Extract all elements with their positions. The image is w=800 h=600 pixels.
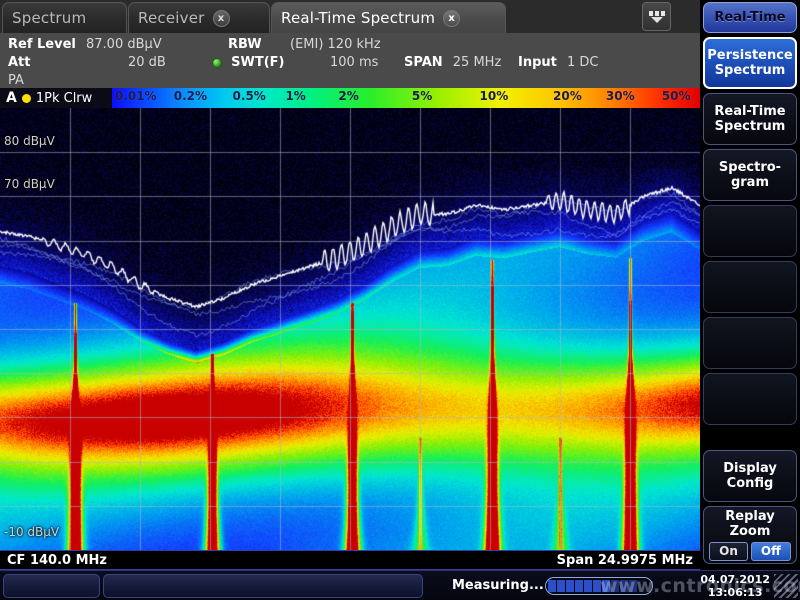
status-bar: Measuring... 04.07.2012 13:06:13	[0, 570, 800, 600]
softkey-label: DisplayConfig	[723, 461, 777, 491]
trace-color-dot-icon	[22, 94, 31, 103]
instrument-screen: Spectrum Receiver x Real-Time Spectrum x…	[0, 0, 800, 600]
measurement-settings-header: Ref Level 87.00 dBµV Att 20 dB PA RBW (E…	[0, 33, 700, 88]
status-bar-slot-1[interactable]	[3, 574, 100, 598]
resize-grip-icon	[774, 574, 798, 598]
replay-zoom-off-option[interactable]: Off	[751, 542, 791, 561]
replay-zoom-toggle: On Off	[709, 542, 791, 561]
span-field[interactable]: SPAN 25 MHz	[404, 54, 501, 72]
softkey-label: PersistenceSpectrum	[707, 48, 793, 78]
softkey-menu: Real-Time PersistenceSpectrum Real-TimeS…	[700, 0, 800, 570]
date-time-display: 04.07.2012 13:06:13	[700, 573, 770, 599]
progress-segment	[629, 580, 637, 592]
softkey-real-time-spectrum[interactable]: Real-TimeSpectrum	[703, 93, 797, 145]
softkey-persistence-spectrum[interactable]: PersistenceSpectrum	[703, 37, 797, 89]
softkey-menu-title: Real-Time	[703, 2, 797, 33]
persistence-color-scale: 0.01% 0.2% 0.5% 1% 2% 5% 10% 20% 30% 50%	[112, 88, 700, 108]
att-label-wrap: Att	[8, 54, 31, 72]
status-bar-slot-2[interactable]	[103, 574, 423, 598]
tab-real-time-spectrum[interactable]: Real-Time Spectrum x	[271, 2, 506, 33]
softkey-label: ReplayZoom	[725, 509, 774, 539]
pa-label: PA	[8, 73, 24, 88]
progress-segment	[620, 580, 628, 592]
measurement-progress-bar	[545, 577, 653, 595]
center-frequency-label[interactable]: CF 140.0 MHz	[7, 553, 107, 568]
persistence-spectrum-plot[interactable]: 80 dBµV 70 dBµV -10 dBµV	[0, 108, 700, 550]
tab-list-icon	[649, 11, 665, 16]
rbw-label: RBW	[228, 37, 262, 52]
chevron-down-icon	[651, 17, 663, 23]
trace-indicator[interactable]: A 1Pk Clrw	[0, 88, 112, 108]
tab-spectrum[interactable]: Spectrum	[2, 2, 127, 33]
window-letter: A	[6, 90, 17, 106]
progress-segment	[593, 580, 601, 592]
att-value: 20 dB	[128, 55, 166, 70]
progress-segment	[584, 580, 592, 592]
scale-tick-label: 2%	[338, 89, 358, 103]
progress-segment	[566, 580, 574, 592]
softkey-label: Spectro-gram	[719, 160, 781, 190]
rbw-value: (EMI) 120 kHz	[290, 37, 381, 52]
softkey-display-config[interactable]: DisplayConfig	[703, 450, 797, 502]
input-field[interactable]: Input 1 DC	[518, 54, 599, 72]
ref-level-field[interactable]: Ref Level 87.00 dBµV	[8, 36, 162, 54]
softkey-empty-6[interactable]	[703, 317, 797, 369]
replay-zoom-on-option[interactable]: On	[709, 542, 748, 561]
rbw-field[interactable]: RBW	[228, 36, 262, 54]
rbw-value-wrap: (EMI) 120 kHz	[290, 36, 381, 54]
scale-tick-label: 50%	[662, 89, 691, 103]
swt-value: 100 ms	[330, 55, 378, 70]
scale-tick-label: 0.2%	[174, 89, 207, 103]
progress-segment	[611, 580, 619, 592]
att-label: Att	[8, 55, 31, 70]
scale-tick-label: 5%	[412, 89, 432, 103]
span-value: 25 MHz	[453, 55, 502, 70]
softkey-title-label: Real-Time	[714, 10, 785, 25]
trace-detector-label: 1Pk Clrw	[36, 91, 92, 106]
att-value-wrap[interactable]: 20 dB	[128, 54, 166, 72]
progress-segment	[557, 580, 565, 592]
measuring-status-text: Measuring...	[452, 578, 544, 593]
swt-label: SWT(F)	[231, 55, 284, 70]
close-icon[interactable]: x	[443, 10, 460, 27]
status-led-icon	[212, 58, 222, 68]
softkey-spectrogram[interactable]: Spectro-gram	[703, 149, 797, 201]
spectrum-canvas[interactable]	[0, 108, 700, 550]
date-label: 04.07.2012	[700, 573, 770, 586]
progress-segment	[602, 580, 610, 592]
scale-tick-label: 0.5%	[233, 89, 266, 103]
span-label: SPAN	[404, 55, 443, 70]
tab-label: Receiver	[138, 9, 205, 27]
ref-level-label: Ref Level	[8, 37, 76, 52]
tab-label: Real-Time Spectrum	[281, 9, 435, 27]
softkey-replay-zoom[interactable]: ReplayZoom On Off	[703, 506, 797, 564]
close-icon[interactable]: x	[213, 10, 230, 27]
tab-receiver[interactable]: Receiver x	[128, 2, 270, 33]
frequency-axis-bar: CF 140.0 MHz Span 24.9975 MHz	[0, 550, 700, 570]
tab-list-dropdown-button[interactable]	[642, 2, 671, 31]
scale-tick-label: 20%	[553, 89, 582, 103]
progress-segment	[638, 580, 646, 592]
swt-field[interactable]: SWT(F)	[212, 54, 284, 72]
progress-segment	[575, 580, 583, 592]
persistence-scale-row: A 1Pk Clrw 0.01% 0.2% 0.5% 1% 2% 5% 10% 20% 30% 5…	[0, 88, 700, 108]
tab-label: Spectrum	[12, 9, 86, 27]
softkey-label: Real-TimeSpectrum	[714, 104, 785, 134]
ref-level-value: 87.00 dBµV	[86, 37, 162, 52]
softkey-empty-7[interactable]	[703, 373, 797, 425]
scale-tick-label: 10%	[480, 89, 509, 103]
time-label: 13:06:13	[700, 586, 770, 599]
scale-tick-label: 30%	[606, 89, 635, 103]
swt-value-wrap: 100 ms	[330, 54, 378, 72]
softkey-empty-5[interactable]	[703, 261, 797, 313]
span-readout-label[interactable]: Span 24.9975 MHz	[557, 553, 693, 568]
scale-tick-label: 0.01%	[115, 89, 157, 103]
tab-bar: Spectrum Receiver x Real-Time Spectrum x	[0, 0, 700, 33]
input-label: Input	[518, 55, 557, 70]
progress-segment	[548, 580, 556, 592]
scale-tick-label: 1%	[285, 89, 305, 103]
softkey-empty-4[interactable]	[703, 205, 797, 257]
input-value: 1 DC	[567, 55, 599, 70]
